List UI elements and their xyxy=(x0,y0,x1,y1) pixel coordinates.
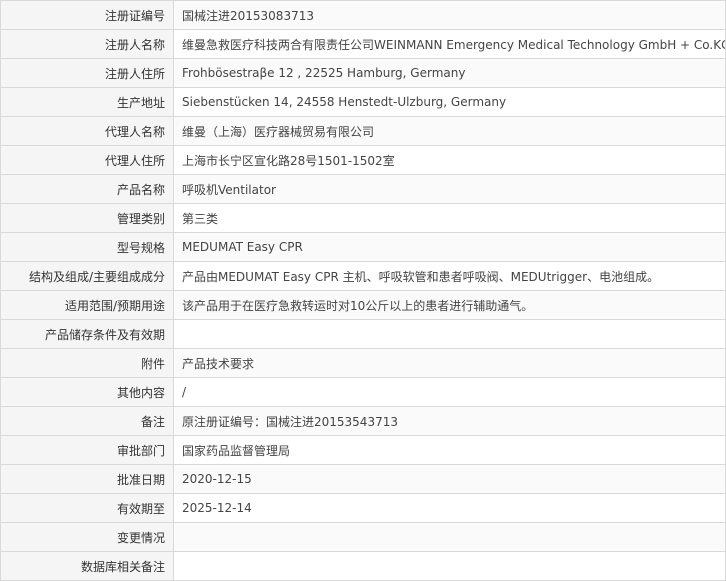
label-agent-name: 代理人名称 xyxy=(0,116,174,146)
registration-detail-table: 注册证编号 国械注进20153083713 注册人名称 维曼急救医疗科技两合有限… xyxy=(0,0,726,581)
label-production-address: 生产地址 xyxy=(0,87,174,117)
label-intended-use: 适用范围/预期用途 xyxy=(0,290,174,320)
row-agent-address: 代理人住所 上海市长宁区宣化路28号1501-1502室 xyxy=(0,145,726,175)
row-valid-until: 有效期至 2025-12-14 xyxy=(0,493,726,523)
detail-table-body: 注册证编号 国械注进20153083713 注册人名称 维曼急救医疗科技两合有限… xyxy=(0,0,726,581)
value-valid-until: 2025-12-14 xyxy=(173,493,726,523)
value-registrant-address: Frohbösestraβe 12 , 22525 Hamburg, Germa… xyxy=(173,58,726,88)
label-valid-until: 有效期至 xyxy=(0,493,174,523)
row-database-remarks: 数据库相关备注 xyxy=(0,551,726,581)
value-product-name: 呼吸机Ventilator xyxy=(173,174,726,204)
row-change-status: 变更情况 xyxy=(0,522,726,552)
row-remarks: 备注 原注册证编号：国械注进20153543713 xyxy=(0,406,726,436)
value-agent-name: 维曼（上海）医疗器械贸易有限公司 xyxy=(173,116,726,146)
row-attachment: 附件 产品技术要求 xyxy=(0,348,726,378)
row-model-spec: 型号规格 MEDUMAT Easy CPR xyxy=(0,232,726,262)
value-approval-department: 国家药品监督管理局 xyxy=(173,435,726,465)
row-agent-name: 代理人名称 维曼（上海）医疗器械贸易有限公司 xyxy=(0,116,726,146)
value-agent-address: 上海市长宁区宣化路28号1501-1502室 xyxy=(173,145,726,175)
label-database-remarks: 数据库相关备注 xyxy=(0,551,174,581)
label-product-name: 产品名称 xyxy=(0,174,174,204)
row-production-address: 生产地址 Siebenstücken 14, 24558 Henstedt-Ul… xyxy=(0,87,726,117)
value-approval-date: 2020-12-15 xyxy=(173,464,726,494)
label-agent-address: 代理人住所 xyxy=(0,145,174,175)
label-model-spec: 型号规格 xyxy=(0,232,174,262)
row-approval-department: 审批部门 国家药品监督管理局 xyxy=(0,435,726,465)
value-structure-composition: 产品由MEDUMAT Easy CPR 主机、呼吸软管和患者呼吸阀、MEDUtr… xyxy=(173,261,726,291)
row-storage-validity: 产品储存条件及有效期 xyxy=(0,319,726,349)
value-remarks: 原注册证编号：国械注进20153543713 xyxy=(173,406,726,436)
label-registration-number: 注册证编号 xyxy=(0,0,174,30)
value-attachment: 产品技术要求 xyxy=(173,348,726,378)
label-other-content: 其他内容 xyxy=(0,377,174,407)
value-database-remarks xyxy=(173,551,726,581)
row-product-name: 产品名称 呼吸机Ventilator xyxy=(0,174,726,204)
row-intended-use: 适用范围/预期用途 该产品用于在医疗急救转运时对10公斤以上的患者进行辅助通气。 xyxy=(0,290,726,320)
label-attachment: 附件 xyxy=(0,348,174,378)
label-management-class: 管理类别 xyxy=(0,203,174,233)
value-model-spec: MEDUMAT Easy CPR xyxy=(173,232,726,262)
value-registrant-name: 维曼急救医疗科技两合有限责任公司WEINMANN Emergency Medic… xyxy=(173,29,726,59)
label-remarks: 备注 xyxy=(0,406,174,436)
label-change-status: 变更情况 xyxy=(0,522,174,552)
label-registrant-address: 注册人住所 xyxy=(0,58,174,88)
row-registrant-address: 注册人住所 Frohbösestraβe 12 , 22525 Hamburg,… xyxy=(0,58,726,88)
value-registration-number: 国械注进20153083713 xyxy=(173,0,726,30)
label-registrant-name: 注册人名称 xyxy=(0,29,174,59)
label-structure-composition: 结构及组成/主要组成成分 xyxy=(0,261,174,291)
value-intended-use: 该产品用于在医疗急救转运时对10公斤以上的患者进行辅助通气。 xyxy=(173,290,726,320)
label-approval-date: 批准日期 xyxy=(0,464,174,494)
row-management-class: 管理类别 第三类 xyxy=(0,203,726,233)
value-other-content: / xyxy=(173,377,726,407)
value-change-status xyxy=(173,522,726,552)
label-storage-validity: 产品储存条件及有效期 xyxy=(0,319,174,349)
row-other-content: 其他内容 / xyxy=(0,377,726,407)
row-registrant-name: 注册人名称 维曼急救医疗科技两合有限责任公司WEINMANN Emergency… xyxy=(0,29,726,59)
value-production-address: Siebenstücken 14, 24558 Henstedt-Ulzburg… xyxy=(173,87,726,117)
value-storage-validity xyxy=(173,319,726,349)
value-management-class: 第三类 xyxy=(173,203,726,233)
row-structure-composition: 结构及组成/主要组成成分 产品由MEDUMAT Easy CPR 主机、呼吸软管… xyxy=(0,261,726,291)
row-approval-date: 批准日期 2020-12-15 xyxy=(0,464,726,494)
row-registration-number: 注册证编号 国械注进20153083713 xyxy=(0,0,726,30)
label-approval-department: 审批部门 xyxy=(0,435,174,465)
